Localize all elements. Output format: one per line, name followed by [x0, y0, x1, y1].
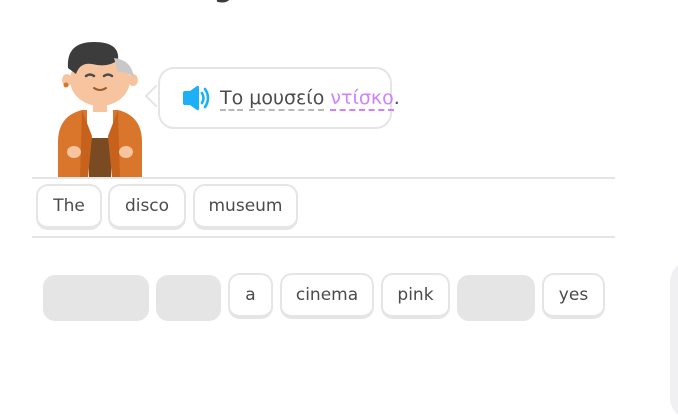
prompt-word[interactable]: Το: [220, 87, 244, 111]
page-heading-cutoff: g: [214, 0, 258, 4]
prompt-word[interactable]: μουσείο: [249, 87, 325, 111]
empty-tile-slot: [457, 275, 535, 321]
prompt-punctuation: .: [393, 87, 400, 109]
word-bank-tile[interactable]: pink: [381, 273, 450, 319]
answer-tile[interactable]: museum: [193, 184, 298, 230]
answer-area-top-line: [32, 177, 615, 179]
word-bank-tile[interactable]: a: [228, 273, 273, 319]
answer-tile[interactable]: disco: [108, 184, 186, 230]
character-avatar: [52, 38, 148, 178]
speaker-icon[interactable]: [181, 85, 211, 111]
side-panel-edge: [670, 260, 678, 420]
prompt-word-new[interactable]: ντίσκο: [330, 87, 394, 111]
character-illustration: [58, 42, 142, 178]
word-bank-tile[interactable]: yes: [542, 273, 605, 319]
answer-tile[interactable]: The: [36, 184, 102, 230]
answer-area-bottom-line: [32, 236, 615, 238]
empty-tile-slot: [156, 275, 221, 321]
empty-tile-slot: [43, 275, 149, 321]
prompt-sentence: Το μουσείο ντίσκο.: [220, 86, 400, 111]
word-bank-tile[interactable]: cinema: [280, 273, 374, 319]
